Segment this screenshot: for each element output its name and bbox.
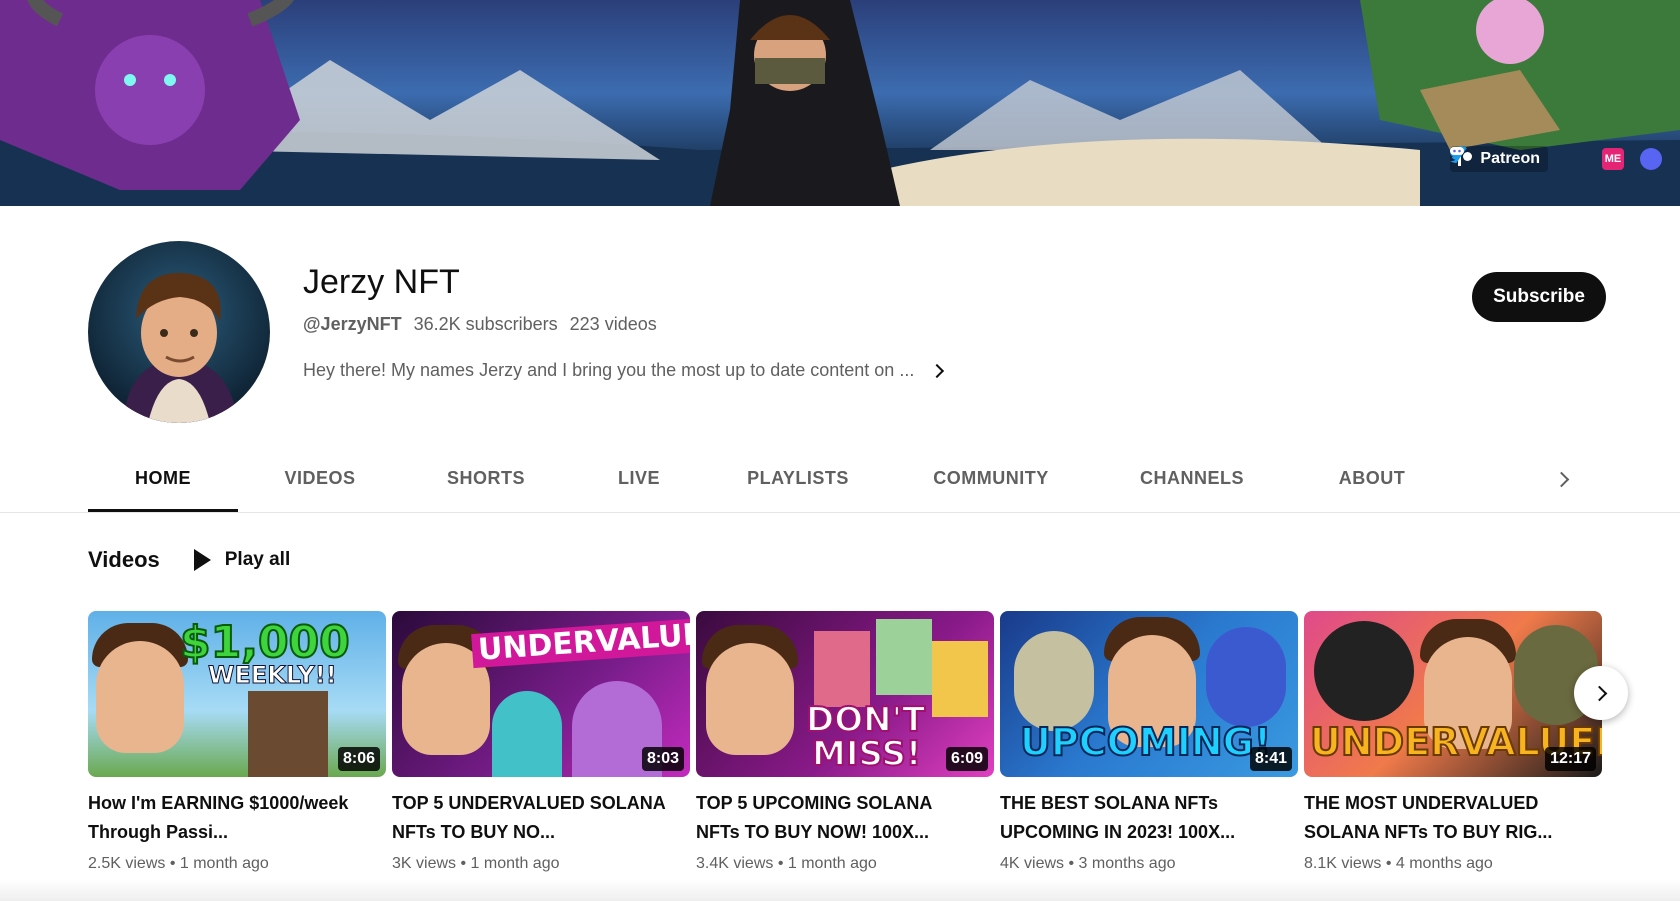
channel-name: Jerzy NFT — [303, 263, 460, 301]
channel-tabs: HOME VIDEOS SHORTS LIVE PLAYLISTS COMMUN… — [88, 448, 1454, 512]
subscriber-count: 36.2K subscribers — [413, 314, 558, 334]
section-title: Videos — [88, 547, 160, 572]
chevron-right-icon — [1553, 471, 1570, 488]
video-shelf: $1,000 WEEKLY!! 8:06 How I'm EARNING $10… — [88, 611, 1602, 873]
page-bottom-edge — [0, 880, 1680, 901]
video-duration: 6:09 — [945, 747, 988, 771]
video-duration: 12:17 — [1545, 747, 1596, 771]
video-title[interactable]: TOP 5 UNDERVALUED SOLANA NFTs TO BUY NO.… — [392, 789, 690, 847]
view-count: 4K views — [1000, 855, 1065, 872]
video-title[interactable]: THE BEST SOLANA NFTs UPCOMING IN 2023! 1… — [1000, 789, 1298, 847]
tab-home[interactable]: HOME — [88, 448, 238, 512]
thumbnail-text: UNDERVALUED — [471, 615, 690, 669]
view-count: 3.4K views — [696, 855, 774, 872]
tab-live[interactable]: LIVE — [570, 448, 708, 512]
thumbnail-text: DON'T — [805, 700, 926, 740]
video-meta: 2.5K views • 1 month ago — [88, 855, 269, 872]
channel-description[interactable]: Hey there! My names Jerzy and I bring yo… — [303, 360, 945, 381]
banner-artwork — [0, 0, 1680, 206]
tab-community[interactable]: COMMUNITY — [888, 448, 1094, 512]
shelf-next-button[interactable] — [1574, 666, 1628, 720]
thumbnail-text: MISS! — [811, 734, 922, 774]
upload-age: 3 months ago — [1078, 855, 1176, 872]
channel-banner: Patreon ME — [0, 0, 1680, 206]
upload-age: 4 months ago — [1395, 855, 1493, 872]
upload-age: 1 month ago — [179, 855, 269, 872]
video-duration: 8:41 — [1249, 747, 1292, 771]
video-title[interactable]: How I'm EARNING $1000/week Through Passi… — [88, 789, 386, 847]
video-meta: 4K views • 3 months ago — [1000, 855, 1176, 872]
chevron-right-icon — [930, 363, 945, 378]
channel-links: Patreon ME — [1450, 146, 1662, 172]
video-thumbnail[interactable]: $1,000 WEEKLY!! 8:06 — [88, 611, 386, 777]
upload-age: 1 month ago — [787, 855, 877, 872]
view-count: 8.1K views — [1304, 855, 1382, 872]
thumbnail-text: UPCOMING! — [1019, 720, 1272, 764]
video-thumbnail[interactable]: UNDERVALUED 8:03 — [392, 611, 690, 777]
discord-icon[interactable] — [1450, 147, 1662, 170]
upload-age: 1 month ago — [470, 855, 560, 872]
thumbnail-text: $1,000 — [179, 617, 351, 668]
tab-playlists[interactable]: PLAYLISTS — [708, 448, 888, 512]
video-meta: 3K views • 1 month ago — [392, 855, 560, 872]
videos-section-header: Videos Play all — [88, 547, 290, 573]
play-all-button[interactable]: Play all — [193, 549, 291, 571]
video-count: 223 videos — [569, 314, 657, 334]
video-title[interactable]: THE MOST UNDERVALUED SOLANA NFTs TO BUY … — [1304, 789, 1602, 847]
tabs-divider — [0, 512, 1680, 513]
tab-videos[interactable]: VIDEOS — [238, 448, 402, 512]
twitter-icon[interactable] — [1450, 146, 1586, 170]
view-count: 3K views — [392, 855, 457, 872]
tab-about[interactable]: ABOUT — [1290, 448, 1454, 512]
channel-description-text: Hey there! My names Jerzy and I bring yo… — [303, 360, 915, 380]
video-card[interactable]: UPCOMING! 8:41 THE BEST SOLANA NFTs UPCO… — [1000, 611, 1298, 873]
video-card[interactable]: DON'T MISS! 6:09 TOP 5 UPCOMING SOLANA N… — [696, 611, 994, 873]
video-title[interactable]: TOP 5 UPCOMING SOLANA NFTs TO BUY NOW! 1… — [696, 789, 994, 847]
video-meta: 8.1K views • 4 months ago — [1304, 855, 1493, 872]
video-thumbnail[interactable]: UNDERVALUED 12:17 — [1304, 611, 1602, 777]
video-duration: 8:06 — [337, 747, 380, 771]
video-card[interactable]: $1,000 WEEKLY!! 8:06 How I'm EARNING $10… — [88, 611, 386, 873]
tab-channels[interactable]: CHANNELS — [1094, 448, 1290, 512]
magic-eden-icon[interactable]: ME — [1602, 148, 1624, 170]
video-card[interactable]: UNDERVALUED 8:03 TOP 5 UNDERVALUED SOLAN… — [392, 611, 690, 873]
patreon-label: Patreon — [1480, 150, 1540, 167]
play-all-label: Play all — [224, 549, 291, 570]
channel-handle: @JerzyNFT — [303, 314, 402, 334]
video-thumbnail[interactable]: DON'T MISS! 6:09 — [696, 611, 994, 777]
thumbnail-text: WEEKLY!! — [208, 661, 338, 689]
channel-meta: @JerzyNFT 36.2K subscribers 223 videos — [303, 314, 657, 335]
chevron-right-icon — [1591, 685, 1607, 701]
tab-shorts[interactable]: SHORTS — [402, 448, 570, 512]
video-thumbnail[interactable]: UPCOMING! 8:41 — [1000, 611, 1298, 777]
play-icon — [193, 549, 211, 571]
video-duration: 8:03 — [641, 747, 684, 771]
view-count: 2.5K views — [88, 855, 166, 872]
channel-avatar[interactable] — [88, 241, 270, 423]
video-card[interactable]: UNDERVALUED 12:17 THE MOST UNDERVALUED S… — [1304, 611, 1602, 873]
tabs-scroll-right[interactable] — [1553, 471, 1570, 490]
subscribe-button[interactable]: Subscribe — [1472, 272, 1606, 322]
video-meta: 3.4K views • 1 month ago — [696, 855, 877, 872]
